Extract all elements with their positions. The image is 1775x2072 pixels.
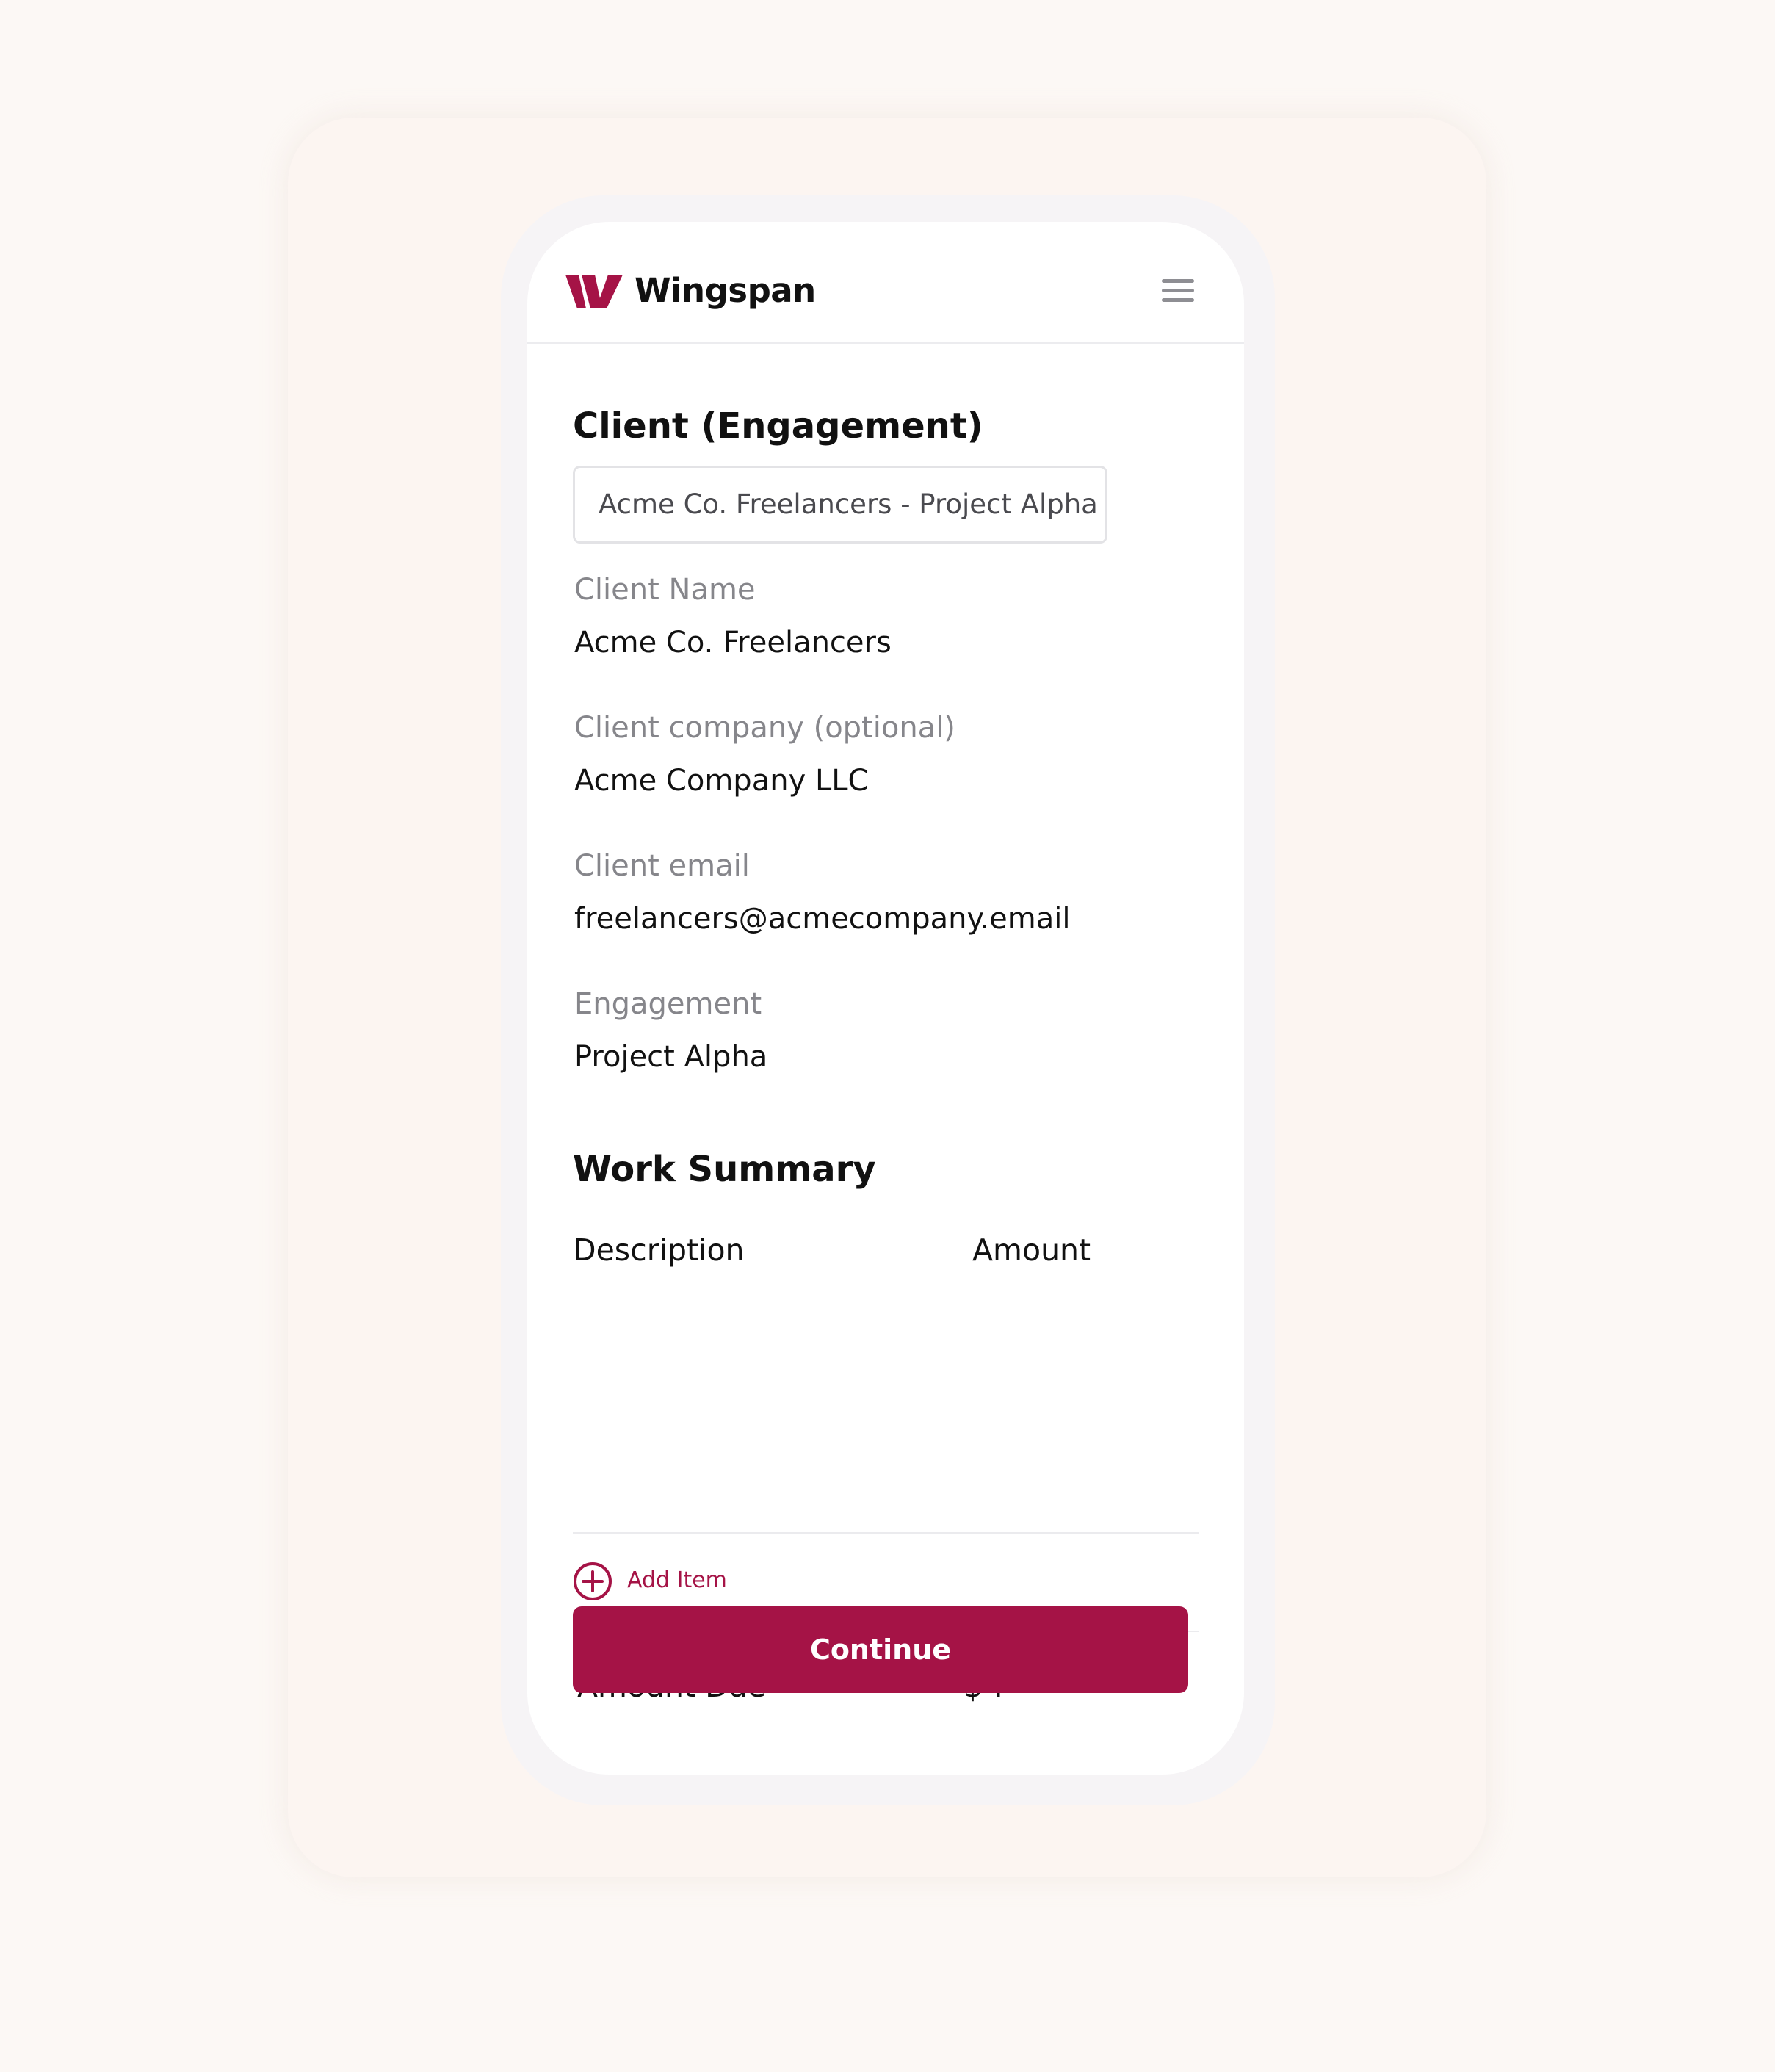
work-summary-title: Work Summary (573, 1149, 876, 1190)
client-company-value: Acme Company LLC (574, 764, 869, 798)
client-company-label: Client company (optional) (574, 711, 955, 745)
top-nav-bar: Wingspan (527, 222, 1244, 344)
phone-screen: Wingspan Client (Engagement) Acme Co. Fr… (527, 222, 1244, 1775)
brand-name: Wingspan (635, 271, 816, 310)
column-header-description: Description (573, 1232, 745, 1268)
add-item-label: Add Item (627, 1567, 727, 1593)
wingspan-logo-icon (565, 275, 623, 308)
engagement-select[interactable]: Acme Co. Freelancers - Project Alpha (573, 466, 1107, 544)
engagement-label: Engagement (574, 987, 762, 1021)
client-name-value: Acme Co. Freelancers (574, 626, 892, 660)
client-section-title: Client (Engagement) (573, 405, 983, 447)
client-email-value: freelancers@acmecompany.email (574, 902, 1071, 936)
divider (573, 1532, 1199, 1534)
engagement-value: Project Alpha (574, 1040, 768, 1074)
column-header-amount: Amount (972, 1232, 1091, 1268)
continue-button[interactable]: Continue (573, 1606, 1188, 1693)
client-email-label: Client email (574, 849, 750, 883)
hamburger-menu-icon[interactable] (1160, 275, 1196, 307)
plus-circle-icon (574, 1562, 612, 1600)
client-name-label: Client Name (574, 573, 756, 607)
